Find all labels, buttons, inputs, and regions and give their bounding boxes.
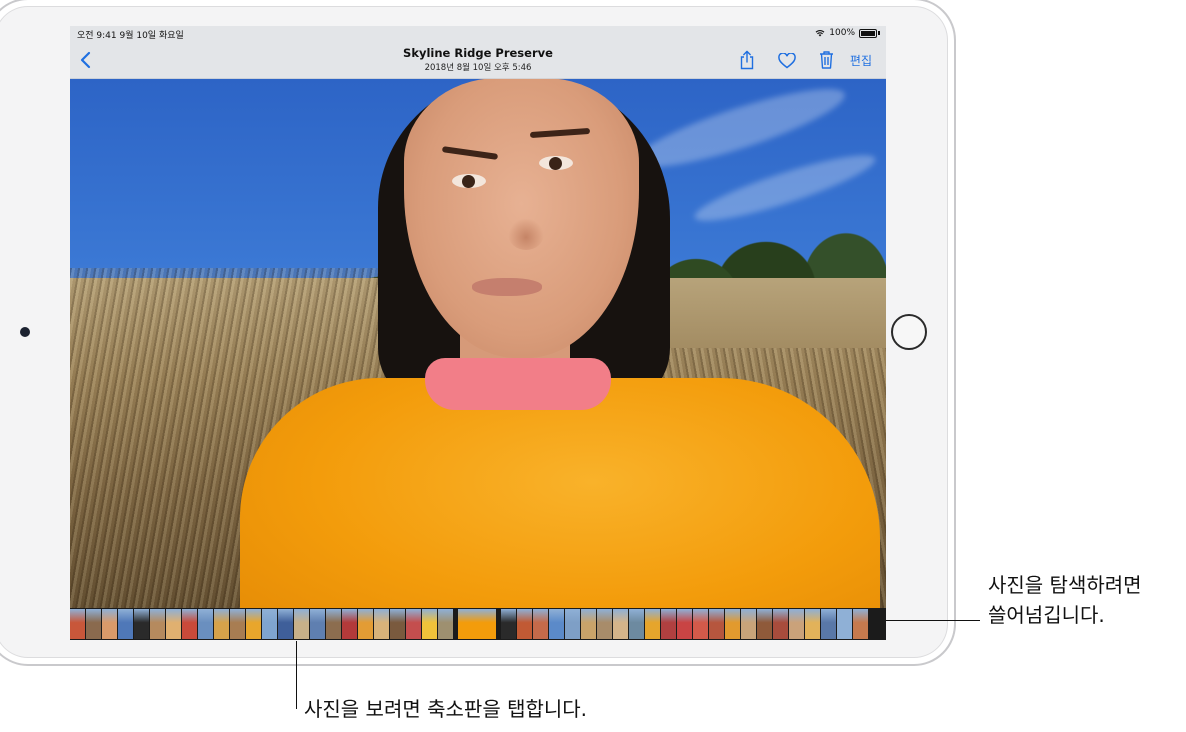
thumbnail[interactable] <box>230 609 245 639</box>
thumbnail[interactable] <box>533 609 548 639</box>
thumbnail[interactable] <box>86 609 101 639</box>
thumbnail[interactable] <box>294 609 309 639</box>
thumbnail[interactable] <box>342 609 357 639</box>
thumbnail[interactable] <box>693 609 708 639</box>
thumbnail[interactable] <box>725 609 740 639</box>
thumbnail[interactable] <box>805 609 820 639</box>
thumbnail[interactable] <box>134 609 149 639</box>
thumbnail[interactable] <box>709 609 724 639</box>
callout-swipe-line2: 쓸어넘깁니다. <box>988 603 1105 627</box>
thumbnail[interactable] <box>150 609 165 639</box>
thumbnail[interactable] <box>613 609 628 639</box>
thumbnail[interactable] <box>565 609 580 639</box>
thumbnail[interactable] <box>773 609 788 639</box>
thumbnail-selected[interactable] <box>458 609 496 639</box>
thumbnail[interactable] <box>629 609 644 639</box>
thumbnail[interactable] <box>837 609 852 639</box>
photo-date: 2018년 8월 10일 오후 5:46 <box>424 63 532 73</box>
thumbnail[interactable] <box>501 609 516 639</box>
thumbnail[interactable] <box>821 609 836 639</box>
thumbnail[interactable] <box>198 609 213 639</box>
thumbnail[interactable] <box>278 609 293 639</box>
thumbnail[interactable] <box>438 609 453 639</box>
thumbnail[interactable] <box>597 609 612 639</box>
thumbnail[interactable] <box>374 609 389 639</box>
callout-swipe-line1: 사진을 탐색하려면 <box>988 573 1142 597</box>
battery-icon <box>859 28 877 38</box>
callout-swipe: 사진을 탐색하려면 쓸어넘깁니다. <box>988 570 1142 630</box>
photo-eyebrow <box>529 127 591 139</box>
thumbnail[interactable] <box>645 609 660 639</box>
thumbnail[interactable] <box>741 609 756 639</box>
navigation-bar: 오전 9:41 9월 10일 화요일 100% Skyline Ridge Pr… <box>70 26 886 79</box>
thumbnail[interactable] <box>661 609 676 639</box>
trash-icon[interactable] <box>819 50 834 69</box>
callout-tap: 사진을 보려면 축소판을 탭합니다. <box>304 697 588 721</box>
thumbnail[interactable] <box>406 609 421 639</box>
photo-eye <box>452 174 486 188</box>
share-icon[interactable] <box>739 50 755 70</box>
thumbnail[interactable] <box>390 609 405 639</box>
thumbnail[interactable] <box>118 609 133 639</box>
thumbnail[interactable] <box>358 609 373 639</box>
thumbnail-strip[interactable] <box>70 608 886 640</box>
main-photo[interactable] <box>70 78 886 608</box>
thumbnail[interactable] <box>517 609 532 639</box>
status-indicators: 100% <box>815 28 880 38</box>
edit-button[interactable]: 편집 <box>850 52 872 69</box>
thumbnail[interactable] <box>422 609 437 639</box>
thumbnail[interactable] <box>757 609 772 639</box>
front-camera <box>20 327 30 337</box>
home-button[interactable] <box>891 314 927 350</box>
thumbnail[interactable] <box>310 609 325 639</box>
photo-eye <box>539 156 573 170</box>
wifi-icon <box>815 30 825 37</box>
photo-sweater <box>240 378 880 608</box>
callout-line-tap <box>296 641 297 709</box>
screen: 오전 9:41 9월 10일 화요일 100% Skyline Ridge Pr… <box>70 26 886 640</box>
thumbnail[interactable] <box>246 609 261 639</box>
thumbnail[interactable] <box>166 609 181 639</box>
thumbnail[interactable] <box>214 609 229 639</box>
thumbnail[interactable] <box>853 609 868 639</box>
thumbnail[interactable] <box>70 609 85 639</box>
thumbnail[interactable] <box>581 609 596 639</box>
thumbnail[interactable] <box>677 609 692 639</box>
status-time-date: 오전 9:41 9월 10일 화요일 <box>77 31 184 41</box>
heart-icon[interactable] <box>778 53 796 69</box>
photo-turtleneck <box>425 358 611 410</box>
photo-mouth <box>472 278 542 296</box>
thumbnail[interactable] <box>182 609 197 639</box>
callout-line-swipe <box>886 620 980 621</box>
battery-percent: 100% <box>829 28 855 38</box>
thumbnail[interactable] <box>549 609 564 639</box>
photo-title: Skyline Ridge Preserve <box>403 46 553 60</box>
thumbnail[interactable] <box>789 609 804 639</box>
battery-tip <box>878 31 880 35</box>
photo-nose <box>508 218 544 250</box>
thumbnail[interactable] <box>326 609 341 639</box>
thumbnail[interactable] <box>102 609 117 639</box>
thumbnail[interactable] <box>262 609 277 639</box>
photo-eyebrow <box>441 146 499 160</box>
